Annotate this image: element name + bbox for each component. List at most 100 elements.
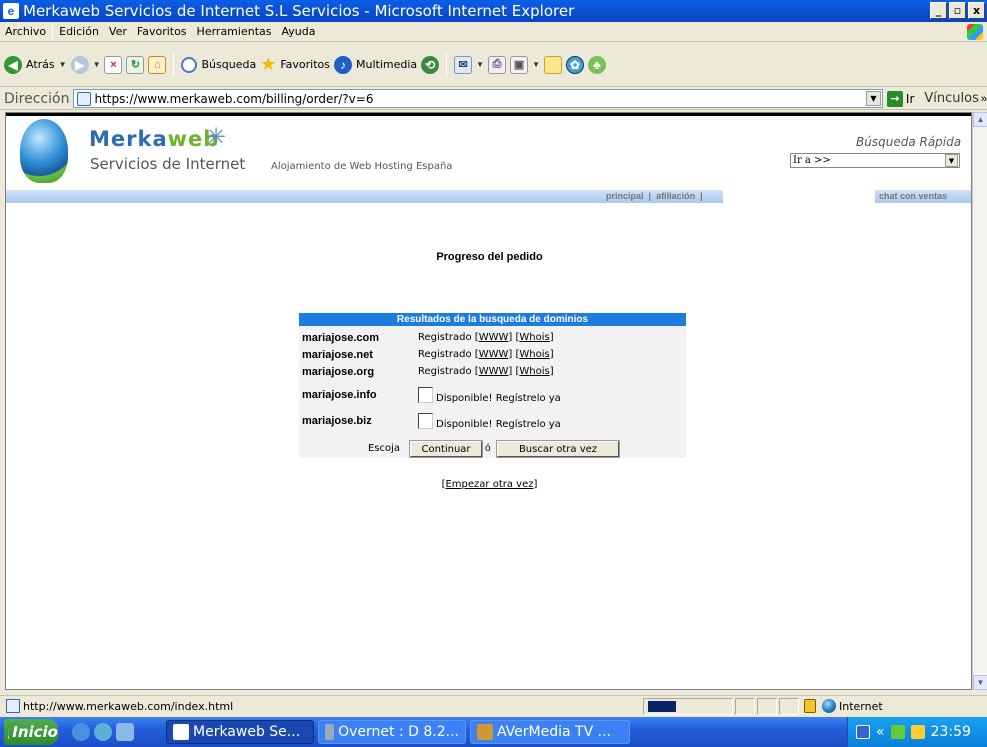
whois-link[interactable]: Whois xyxy=(519,366,549,377)
quick-search-value: Ir a >> xyxy=(793,155,831,166)
links-toolbar[interactable]: Vínculos xyxy=(924,91,978,106)
restart-link-text[interactable]: Empezar otra vez xyxy=(445,479,533,490)
ie-window-icon[interactable]: e xyxy=(3,3,19,19)
menu-herramientas[interactable]: Herramientas xyxy=(192,25,277,38)
zone-label: Internet xyxy=(839,699,883,713)
whois-link[interactable]: Whois xyxy=(519,332,549,343)
minimize-button[interactable]: _ xyxy=(930,2,947,19)
title-bar[interactable]: e Merkaweb Servicios de Internet S.L Ser… xyxy=(0,0,987,22)
messenger-tray-icon[interactable] xyxy=(910,725,925,739)
continue-button[interactable]: Continuar xyxy=(409,440,483,458)
discuss-icon[interactable] xyxy=(543,55,562,74)
forward-arrow-icon[interactable]: ▶ xyxy=(70,55,89,74)
outlook-quicklaunch-icon[interactable] xyxy=(94,723,112,741)
status-url: http://www.merkaweb.com/index.html xyxy=(23,699,234,713)
refresh-icon[interactable]: ↻ xyxy=(126,55,145,74)
language-icon[interactable] xyxy=(856,725,870,739)
mail-icon[interactable]: ✉ xyxy=(454,55,473,74)
or-label: ó xyxy=(485,443,491,454)
go-arrow-icon[interactable]: → xyxy=(886,90,903,107)
start-button[interactable]: Inicio xyxy=(4,719,58,745)
multimedia-icon[interactable]: ♪ xyxy=(333,55,352,74)
nav-link-afiliacion[interactable]: afiliación xyxy=(656,191,695,201)
home-icon[interactable]: ⌂ xyxy=(148,55,167,74)
domain-name: mariajose.net xyxy=(302,349,373,361)
scroll-up-icon[interactable]: ▲ xyxy=(973,112,987,127)
nav-link-chat[interactable]: chat con ventas xyxy=(879,191,947,201)
nav-gap xyxy=(723,190,875,203)
task-overnet[interactable]: Overnet : D 8.2... xyxy=(318,720,466,744)
menu-ver[interactable]: Ver xyxy=(104,25,132,38)
go-button[interactable]: → Ir xyxy=(886,90,914,107)
register-checkbox[interactable] xyxy=(418,387,433,403)
domain-status: Registrado [WWW] [Whois] xyxy=(418,349,554,360)
vertical-scrollbar[interactable]: ▲ ▼ xyxy=(972,112,987,690)
menu-archivo[interactable]: Archivo xyxy=(0,25,51,38)
go-label[interactable]: Ir xyxy=(906,92,914,106)
search-again-button[interactable]: Buscar otra vez xyxy=(496,440,620,458)
register-checkbox[interactable] xyxy=(418,413,433,429)
menu-bar: Archivo Edición Ver Favoritos Herramient… xyxy=(0,22,987,42)
messenger-icon[interactable]: ✿ xyxy=(565,55,584,74)
back-dropdown-icon[interactable]: ▼ xyxy=(59,60,67,69)
toolbar-divider xyxy=(173,52,175,77)
nav-separator: | xyxy=(648,191,652,201)
domain-name: mariajose.com xyxy=(302,332,380,344)
menu-favoritos[interactable]: Favoritos xyxy=(132,25,192,38)
scroll-down-icon[interactable]: ▼ xyxy=(973,675,987,690)
nav-link-principal[interactable]: principal xyxy=(606,191,644,201)
stop-icon[interactable]: × xyxy=(104,55,123,74)
desktop-quicklaunch-icon[interactable] xyxy=(116,723,134,741)
brand-subtitle: Servicios de Internet xyxy=(90,155,246,173)
maximize-button[interactable]: ▫ xyxy=(949,2,966,19)
address-input[interactable]: https://www.merkaweb.com/billing/order/?… xyxy=(73,89,883,108)
back-button-label[interactable]: Atrás xyxy=(26,58,55,71)
status-cell xyxy=(735,697,755,715)
merkaweb-globe-logo-icon[interactable] xyxy=(20,119,68,183)
msn-buddy-icon[interactable]: ♣ xyxy=(587,55,606,74)
links-chevron-icon[interactable]: » xyxy=(981,93,987,105)
favorites-star-icon[interactable]: ★ xyxy=(260,54,276,75)
page-viewport[interactable]: Merkaweb ✳ Servicios de Internet Alojami… xyxy=(5,112,972,690)
menu-ayuda[interactable]: Ayuda xyxy=(276,25,320,38)
status-cell xyxy=(779,697,799,715)
restart-link[interactable]: [Empezar otra vez] xyxy=(6,479,971,490)
edit-icon[interactable]: ▣ xyxy=(510,55,529,74)
address-label: Dirección xyxy=(4,90,70,107)
brand-name: Merka xyxy=(89,127,168,151)
progress-cell xyxy=(643,697,733,715)
back-arrow-icon[interactable]: ◀ xyxy=(4,55,22,74)
close-button[interactable]: x xyxy=(968,2,985,19)
mail-dropdown-icon[interactable]: ▼ xyxy=(476,60,484,69)
page-icon xyxy=(77,91,92,106)
domain-name: mariajose.info xyxy=(302,389,377,401)
menu-edicion[interactable]: Edición xyxy=(54,25,104,38)
system-tray: « 23:59 xyxy=(847,717,987,747)
history-icon[interactable]: ⟲ xyxy=(421,55,440,74)
whois-link[interactable]: Whois xyxy=(519,349,549,360)
domain-results-table: Resultados de la busqueda de dominios ma… xyxy=(299,313,686,458)
address-url[interactable]: https://www.merkaweb.com/billing/order/?… xyxy=(94,92,373,106)
favorites-button-label[interactable]: Favoritos xyxy=(280,58,330,71)
clock: 23:59 xyxy=(930,724,971,740)
ie-quicklaunch-icon[interactable] xyxy=(72,723,90,741)
forward-dropdown-icon[interactable]: ▼ xyxy=(93,60,101,69)
quick-search-select[interactable]: Ir a >> ▼ xyxy=(790,153,960,168)
edit-dropdown-icon[interactable]: ▼ xyxy=(532,60,540,69)
search-icon[interactable] xyxy=(181,56,198,73)
quick-search-dropdown-icon[interactable]: ▼ xyxy=(945,154,958,167)
task-merkaweb[interactable]: Merkaweb Se... xyxy=(166,720,314,744)
www-link[interactable]: WWW xyxy=(479,366,509,377)
lock-icon[interactable] xyxy=(804,699,816,713)
brand-logo[interactable]: Merkaweb xyxy=(89,127,219,151)
multimedia-button-label[interactable]: Multimedia xyxy=(356,58,417,71)
www-link[interactable]: WWW xyxy=(479,332,509,343)
search-button-label[interactable]: Búsqueda xyxy=(201,58,256,71)
windows-flag-icon xyxy=(8,725,10,739)
task-avermedia[interactable]: AVerMedia TV ... xyxy=(470,720,630,744)
www-link[interactable]: WWW xyxy=(479,349,509,360)
tray-expand-icon[interactable]: « xyxy=(876,724,885,740)
print-icon[interactable]: ⎙ xyxy=(488,55,507,74)
network-icon[interactable] xyxy=(890,725,905,739)
address-dropdown-icon[interactable]: ▼ xyxy=(865,91,881,106)
